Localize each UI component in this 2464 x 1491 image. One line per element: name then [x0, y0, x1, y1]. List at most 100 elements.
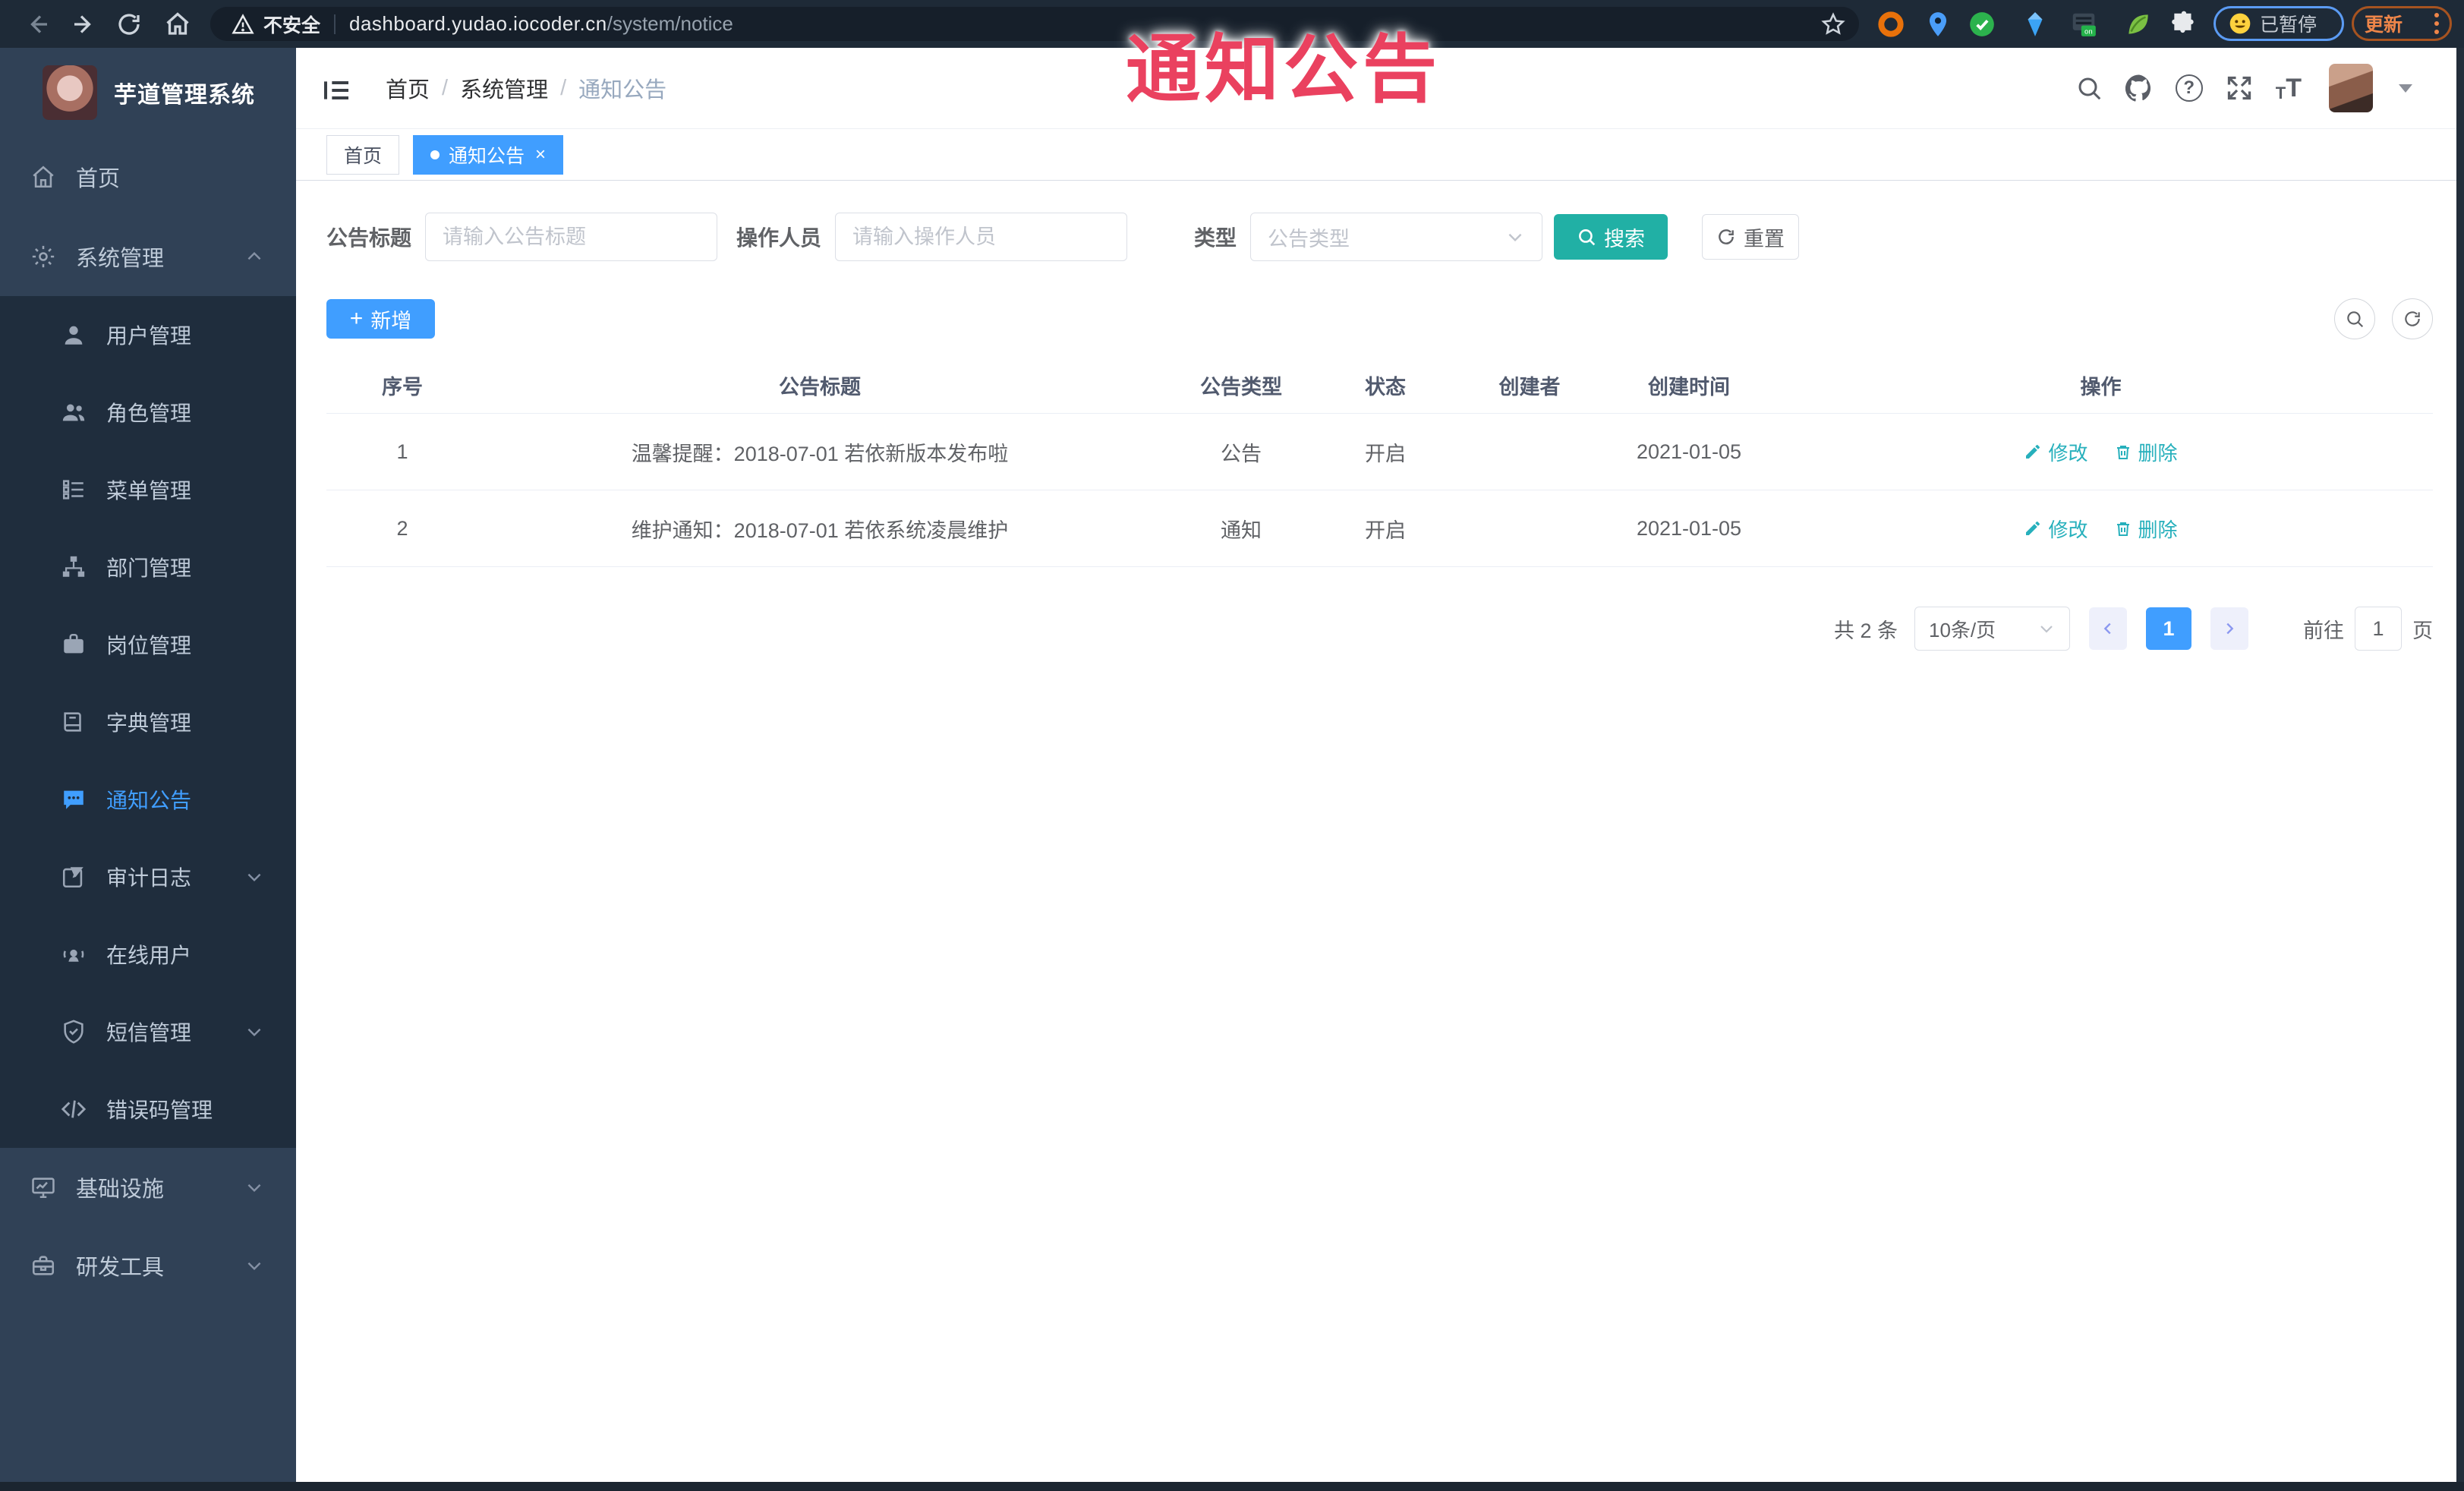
home-icon[interactable] — [164, 11, 191, 38]
emoji-face-icon — [2228, 11, 2252, 36]
operator-filter-input[interactable] — [835, 213, 1128, 261]
sidebar-item-error-codes[interactable]: 错误码管理 — [0, 1070, 296, 1148]
sidebar-item-sms[interactable]: 短信管理 — [0, 993, 296, 1070]
page-content: 公告标题 操作人员 类型 公告类型 搜索 重置 — [296, 181, 2456, 651]
cell-title: 温馨提醒：2018-07-01 若依新版本发布啦 — [631, 442, 1009, 465]
title-filter-label: 公告标题 — [326, 226, 412, 250]
prev-page-button[interactable] — [2089, 607, 2127, 650]
filter-form: 公告标题 操作人员 类型 公告类型 搜索 重置 — [326, 213, 2433, 261]
table-toolbar: + 新增 — [326, 298, 2433, 339]
chevron-down-icon — [244, 1177, 264, 1197]
edit-link[interactable]: 修改 — [2024, 438, 2088, 466]
refresh-icon — [1716, 227, 1736, 247]
sidebar-item-notice[interactable]: 通知公告 — [0, 761, 296, 838]
paused-label: 已暂停 — [2260, 14, 2317, 36]
close-icon[interactable]: × — [535, 145, 546, 164]
sidebar-item-label: 用户管理 — [106, 324, 192, 348]
search-button[interactable]: 搜索 — [1554, 214, 1668, 260]
breadcrumb-separator: / — [442, 75, 449, 100]
page-size-select[interactable]: 10条/页 — [1914, 607, 2070, 651]
delete-link[interactable]: 删除 — [2114, 438, 2178, 466]
reload-icon[interactable] — [115, 11, 143, 38]
sidebar-item-posts[interactable]: 岗位管理 — [0, 606, 296, 683]
extension-green-circle-icon[interactable] — [1968, 10, 1996, 39]
sidebar-item-dev-tools[interactable]: 研发工具 — [0, 1226, 296, 1304]
search-icon[interactable] — [2075, 74, 2103, 102]
chat-bubble-icon — [61, 786, 87, 812]
extension-leaf-icon[interactable] — [2124, 10, 2153, 39]
sidebar-item-online-users[interactable]: 在线用户 — [0, 916, 296, 993]
sidebar-item-label: 首页 — [76, 166, 121, 191]
sidebar-item-label: 通知公告 — [106, 789, 192, 812]
gear-icon — [30, 244, 56, 270]
extensions-puzzle-icon[interactable] — [2169, 10, 2198, 39]
table-row[interactable]: 2 维护通知：2018-07-01 若依系统凌晨维护 通知 开启 2021-01… — [326, 490, 2433, 567]
breadcrumb-home[interactable]: 首页 — [386, 72, 430, 104]
pencil-icon — [2026, 445, 2040, 459]
refresh-table-button[interactable] — [2392, 298, 2433, 339]
bookmark-star-icon[interactable] — [1820, 11, 1846, 37]
security-label[interactable]: 不安全 — [263, 11, 320, 38]
chevron-up-icon — [244, 247, 264, 266]
toggle-search-button[interactable] — [2334, 298, 2375, 339]
tab-home[interactable]: 首页 — [326, 134, 400, 175]
address-bar[interactable]: 不安全 dashboard.yudao.iocoder.cn/system/no… — [210, 7, 1859, 41]
chevron-left-icon — [2103, 623, 2111, 635]
tags-view-bar: 首页 通知公告 × — [296, 129, 2456, 181]
extension-orange-ring-icon[interactable] — [1876, 10, 1905, 39]
avatar-caret-icon[interactable] — [2399, 84, 2412, 93]
goto-page-input[interactable] — [2355, 607, 2402, 651]
next-page-button[interactable] — [2210, 607, 2248, 650]
table-header-row: 序号 公告标题 公告类型 状态 创建者 创建时间 操作 — [326, 357, 2433, 414]
browser-update-button[interactable]: 更新 — [2352, 6, 2452, 41]
update-label[interactable]: 更新 — [2365, 10, 2403, 37]
edit-link-label: 修改 — [2048, 518, 2088, 541]
table-row[interactable]: 1 温馨提醒：2018-07-01 若依新版本发布啦 公告 开启 2021-01… — [326, 414, 2433, 490]
sidebar-item-departments[interactable]: 部门管理 — [0, 528, 296, 606]
sidebar-item-menus[interactable]: 菜单管理 — [0, 451, 296, 528]
tab-notice[interactable]: 通知公告 × — [413, 134, 564, 175]
menu-list-icon — [61, 477, 87, 503]
current-page-button[interactable]: 1 — [2146, 607, 2191, 650]
extension-blue-gem-icon[interactable] — [2021, 10, 2050, 39]
forward-icon[interactable] — [70, 11, 97, 38]
sidebar-item-label: 部门管理 — [106, 556, 192, 580]
table-tools — [2334, 298, 2433, 339]
add-button[interactable]: + 新增 — [326, 299, 435, 339]
breadcrumb-current: 通知公告 — [578, 78, 667, 102]
extension-location-pin-icon[interactable] — [1924, 10, 1952, 39]
col-creator: 创建者 — [1498, 375, 1561, 399]
user-avatar[interactable] — [2329, 64, 2373, 112]
delete-link[interactable]: 删除 — [2114, 515, 2178, 543]
title-filter-input[interactable] — [425, 213, 718, 261]
sidebar-item-label: 在线用户 — [106, 944, 192, 967]
trash-icon — [2116, 446, 2129, 459]
sidebar-item-infrastructure[interactable]: 基础设施 — [0, 1148, 296, 1226]
sidebar-item-users[interactable]: 用户管理 — [0, 296, 296, 374]
sidebar-toggle-icon[interactable] — [322, 75, 352, 101]
url-path[interactable]: /system/notice — [607, 12, 733, 36]
github-icon[interactable] — [2125, 74, 2153, 102]
breadcrumb-system[interactable]: 系统管理 — [460, 72, 548, 104]
col-title: 公告标题 — [779, 375, 861, 399]
sidebar-item-roles[interactable]: 角色管理 — [0, 374, 296, 451]
browser-menu-icon[interactable] — [2434, 13, 2439, 34]
edit-link[interactable]: 修改 — [2024, 515, 2088, 543]
help-icon[interactable]: ? — [2175, 74, 2203, 102]
notice-table: 序号 公告标题 公告类型 状态 创建者 创建时间 操作 1 温馨提醒：2018-… — [326, 357, 2433, 567]
sidebar-item-dict[interactable]: 字典管理 — [0, 683, 296, 761]
type-filter-select[interactable]: 公告类型 — [1250, 213, 1543, 261]
back-icon[interactable] — [24, 11, 52, 38]
col-created: 创建时间 — [1648, 375, 1730, 399]
reset-button[interactable]: 重置 — [1702, 214, 1800, 260]
tab-paused-chip[interactable]: 已暂停 — [2214, 6, 2344, 41]
sidebar-item-audit-log[interactable]: 审计日志 — [0, 838, 296, 916]
sidebar-item-home[interactable]: 首页 — [0, 137, 296, 216]
font-size-icon[interactable]: TT — [2276, 74, 2302, 103]
fullscreen-icon[interactable] — [2226, 74, 2253, 102]
app-logo-row[interactable]: 芋道管理系统 — [0, 48, 296, 137]
extension-proxy-on-icon[interactable]: on — [2069, 10, 2098, 39]
url-domain[interactable]: dashboard.yudao.iocoder.cn — [349, 12, 607, 36]
sidebar-item-system[interactable]: 系统管理 — [0, 216, 296, 296]
cell-status: 开启 — [1365, 442, 1406, 465]
